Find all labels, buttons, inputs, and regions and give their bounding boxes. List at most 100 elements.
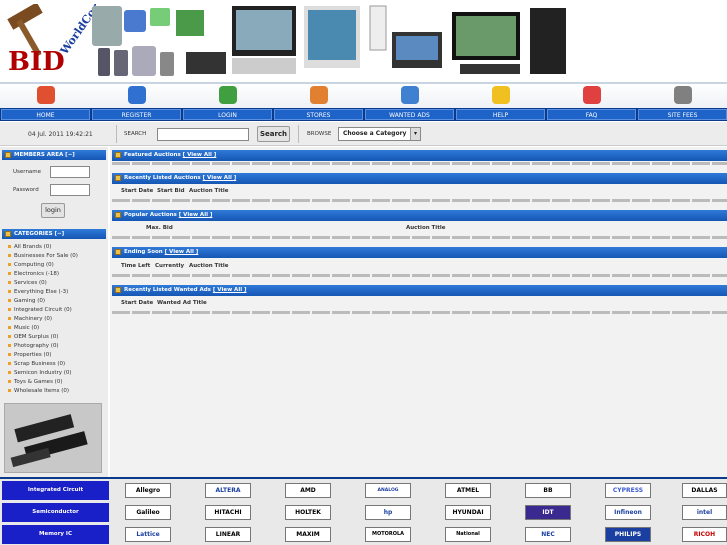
category-link[interactable]: Wholesale Items (0)	[8, 388, 69, 394]
browse-label: BROWSE	[307, 131, 332, 137]
brand-footer: Integrated Circuit Semiconductor Memory …	[0, 477, 727, 545]
brand-logo[interactable]: AMD	[285, 483, 331, 498]
brand-logo[interactable]: DALLAS	[682, 483, 727, 498]
faq-icon[interactable]	[546, 86, 637, 110]
brand-logo[interactable]: IDT	[525, 505, 571, 520]
site-fees-icon[interactable]	[637, 86, 727, 110]
section-title: Popular Auctions	[124, 212, 177, 218]
footer-category-integrated-circuit[interactable]: Integrated Circuit	[2, 481, 109, 500]
category-link[interactable]: Integrated Circuit (0)	[8, 307, 72, 313]
divider	[298, 125, 299, 143]
view-all-link[interactable]: [ View All ]	[183, 152, 217, 158]
username-field[interactable]	[50, 166, 90, 178]
main-nav: HOME REGISTER LOGIN STORES WANTED ADS HE…	[0, 108, 727, 121]
footer-category-memory-ic[interactable]: Memory IC	[2, 525, 109, 544]
chevron-down-icon: ▾	[410, 128, 420, 140]
category-select-value: Choose a Category	[343, 130, 407, 137]
search-label: SEARCH	[124, 131, 147, 137]
view-all-link[interactable]: [ View All ]	[213, 287, 247, 293]
category-link[interactable]: Machinery (0)	[8, 316, 52, 322]
divider	[116, 125, 117, 143]
brand-logo[interactable]: ANALOG DEVICES	[365, 483, 411, 498]
section-title: Ending Soon	[124, 249, 163, 255]
divider	[112, 199, 727, 202]
nav-register[interactable]: REGISTER	[92, 109, 181, 120]
category-link[interactable]: Music (0)	[8, 325, 39, 331]
brand-logo[interactable]: Lattice	[125, 527, 171, 542]
nav-help[interactable]: HELP	[456, 109, 545, 120]
brand-logo[interactable]: HYUNDAI	[445, 505, 491, 520]
category-link[interactable]: All Brands (0)	[8, 244, 51, 250]
brand-logo[interactable]: NEC	[525, 527, 571, 542]
column-header: Auction Title	[189, 263, 229, 269]
categories-title: CATEGORIES [−]	[14, 231, 65, 237]
nav-site-fees[interactable]: SITE FEES	[638, 109, 727, 120]
wanted-ads-icon[interactable]	[364, 86, 455, 110]
stores-icon[interactable]	[273, 86, 364, 110]
categories-header[interactable]: CATEGORIES [−]	[2, 229, 106, 239]
login-icon[interactable]	[182, 86, 273, 110]
nav-home[interactable]: HOME	[1, 109, 90, 120]
brand-logo[interactable]: BB	[525, 483, 571, 498]
brand-logo[interactable]: Infineon	[605, 505, 651, 520]
brand-logo[interactable]: MAXIM	[285, 527, 331, 542]
footer-category-semiconductor[interactable]: Semiconductor	[2, 503, 109, 522]
brand-logo[interactable]: RICOH	[682, 527, 727, 542]
view-all-link[interactable]: [ View All ]	[165, 249, 199, 255]
brand-logo[interactable]: National	[445, 527, 491, 542]
section-icon	[5, 231, 11, 237]
category-link[interactable]: Photography (0)	[8, 343, 59, 349]
category-link[interactable]: Electronics (-18)	[8, 271, 59, 277]
brand-logo[interactable]: intel	[682, 505, 727, 520]
login-button[interactable]: login	[41, 203, 65, 218]
members-area-header[interactable]: MEMBERS AREA [−]	[2, 150, 106, 160]
brand-logo[interactable]: hp	[365, 505, 411, 520]
column-header: Start Bid	[157, 188, 185, 194]
category-link[interactable]: Toys & Games (0)	[8, 379, 62, 385]
category-link[interactable]: Semicon Industry (0)	[8, 370, 72, 376]
featured-auctions-header: Featured Auctions [ View All ]	[112, 150, 727, 161]
nav-stores[interactable]: STORES	[274, 109, 363, 120]
view-all-link[interactable]: [ View All ]	[179, 212, 213, 218]
brand-logo[interactable]: PHILIPS	[605, 527, 651, 542]
category-link[interactable]: OEM Surplus (0)	[8, 334, 58, 340]
section-title: Recently Listed Wanted Ads	[124, 287, 211, 293]
password-field[interactable]	[50, 184, 90, 196]
svg-text:WorldCom: WorldCom	[57, 4, 96, 58]
category-link[interactable]: Computing (0)	[8, 262, 54, 268]
brand-logo[interactable]: HITACHI	[205, 505, 251, 520]
brand-logo[interactable]: Allegro	[125, 483, 171, 498]
section-icon	[115, 287, 121, 293]
brand-logo[interactable]: CYPRESS	[605, 483, 651, 498]
section-title: Recently Listed Auctions	[124, 175, 201, 181]
nav-faq[interactable]: FAQ	[547, 109, 636, 120]
category-link[interactable]: Gaming (0)	[8, 298, 45, 304]
register-icon[interactable]	[91, 86, 182, 110]
search-button[interactable]: Search	[257, 126, 290, 142]
brand-logo[interactable]: ATMEL	[445, 483, 491, 498]
help-icon[interactable]	[455, 86, 546, 110]
category-link[interactable]: Scrap Business (0)	[8, 361, 65, 367]
category-link[interactable]: Properties (0)	[8, 352, 51, 358]
nav-wanted-ads[interactable]: WANTED ADS	[365, 109, 454, 120]
nav-login[interactable]: LOGIN	[183, 109, 272, 120]
category-link[interactable]: Businesses For Sale (0)	[8, 253, 78, 259]
brand-logo[interactable]: MOTOROLA	[365, 527, 411, 542]
brand-logo[interactable]: Galileo	[125, 505, 171, 520]
main-content: Featured Auctions [ View All ] Recently …	[110, 147, 727, 477]
column-header: Currently	[155, 263, 185, 269]
search-input[interactable]	[157, 128, 249, 141]
brand-logo[interactable]: HOLTEK	[285, 505, 331, 520]
category-link[interactable]: Services (0)	[8, 280, 47, 286]
brand-logo[interactable]: LINEAR	[205, 527, 251, 542]
category-select[interactable]: Choose a Category ▾	[338, 127, 421, 141]
home-icon[interactable]	[0, 86, 91, 110]
divider	[112, 274, 727, 277]
svg-text:BID: BID	[8, 47, 65, 76]
recent-auctions-header: Recently Listed Auctions [ View All ]	[112, 173, 727, 184]
site-banner: BID WorldCom	[0, 0, 727, 82]
username-label: Username	[13, 169, 42, 175]
category-link[interactable]: Everything Else (-3)	[8, 289, 68, 295]
view-all-link[interactable]: [ View All ]	[203, 175, 237, 181]
brand-logo[interactable]: ALTERA	[205, 483, 251, 498]
